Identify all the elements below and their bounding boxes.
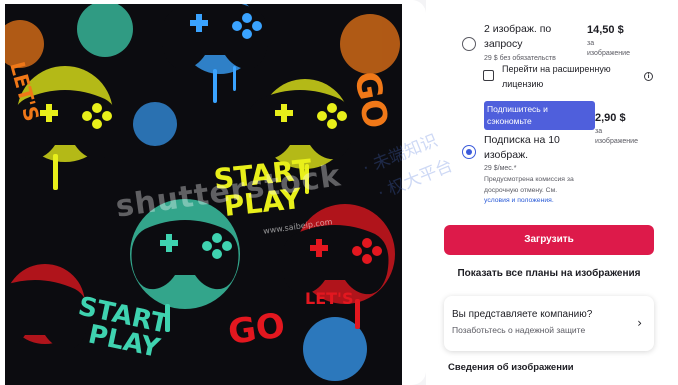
extended-license-label[interactable]: Перейти на расширенную лицензию — [502, 62, 632, 92]
sub-price-unit-line2: изображение — [595, 138, 638, 145]
page: START PLAY START PLAY LET'S GO GO LET'S … — [0, 0, 678, 385]
svg-text:GO: GO — [226, 305, 288, 353]
image-preview-container: START PLAY START PLAY LET'S GO GO LET'S … — [0, 0, 426, 385]
option-subscription-price-unit: за изображение — [595, 127, 645, 147]
radio-subscription[interactable] — [462, 145, 476, 159]
option-subscription-subtitle: 29 $/мес.* — [484, 165, 517, 172]
pattern-artwork: START PLAY START PLAY LET'S GO GO LET'S — [5, 4, 402, 385]
radio-single-images[interactable] — [462, 37, 476, 51]
option-subscription-title[interactable]: Подписка на 10 изображ. — [484, 133, 560, 162]
info-icon[interactable]: i — [644, 72, 653, 81]
option-single-title-line1: 2 изображ. по — [484, 23, 552, 35]
option-single-title[interactable]: 2 изображ. по запросу — [484, 22, 551, 51]
subscription-note: Предусмотрена комиссия за досрочную отме… — [484, 175, 624, 207]
chevron-right-icon: › — [637, 316, 642, 330]
all-plans-link[interactable]: Показать все планы на изображения — [444, 268, 654, 279]
option-subscription-title-line1: Подписка на 10 — [484, 134, 560, 146]
extended-license-line2: лицензию — [502, 79, 544, 89]
option-subscription-title-line2: изображ. — [484, 148, 529, 161]
subscription-note-line1: Предусмотрена комиссия за — [484, 176, 574, 183]
sub-price-unit-line1: за — [595, 128, 603, 135]
option-single-subtitle: 29 $ без обязательств — [484, 55, 556, 62]
download-button[interactable]: Загрузить — [444, 225, 654, 255]
subscription-note-line2: досрочную отмену. См. — [484, 186, 558, 194]
promo-line2: сэкономьте — [487, 116, 532, 126]
price-unit-line1: за — [587, 40, 595, 47]
promo-line1: Подпишитесь и — [487, 104, 548, 114]
image-preview[interactable]: START PLAY START PLAY LET'S GO GO LET'S … — [5, 4, 402, 385]
purchase-panel: 2 изображ. по запросу 29 $ без обязатель… — [426, 0, 678, 385]
extended-license-checkbox[interactable] — [483, 70, 494, 81]
price-unit-line2: изображение — [587, 50, 630, 57]
company-card[interactable]: Вы представляете компанию? Позаботьтесь … — [444, 296, 654, 351]
option-single-title-line2: запросу — [484, 37, 523, 50]
svg-text:LET'S: LET'S — [305, 289, 353, 308]
company-question: Вы представляете компанию? — [452, 309, 593, 320]
extended-license-line1: Перейти на расширенную — [502, 64, 611, 74]
option-single-price: 14,50 $ — [587, 24, 624, 36]
terms-link[interactable]: условия и положения. — [484, 196, 624, 207]
image-details-heading[interactable]: Сведения об изображении — [448, 362, 574, 373]
company-subtitle: Позаботьтесь о надежной защите — [452, 325, 586, 335]
option-single-price-unit: за изображение — [587, 39, 637, 59]
option-subscription-price: 2,90 $ — [595, 112, 626, 124]
promo-badge: Подпишитесь и сэкономьте — [484, 101, 595, 130]
